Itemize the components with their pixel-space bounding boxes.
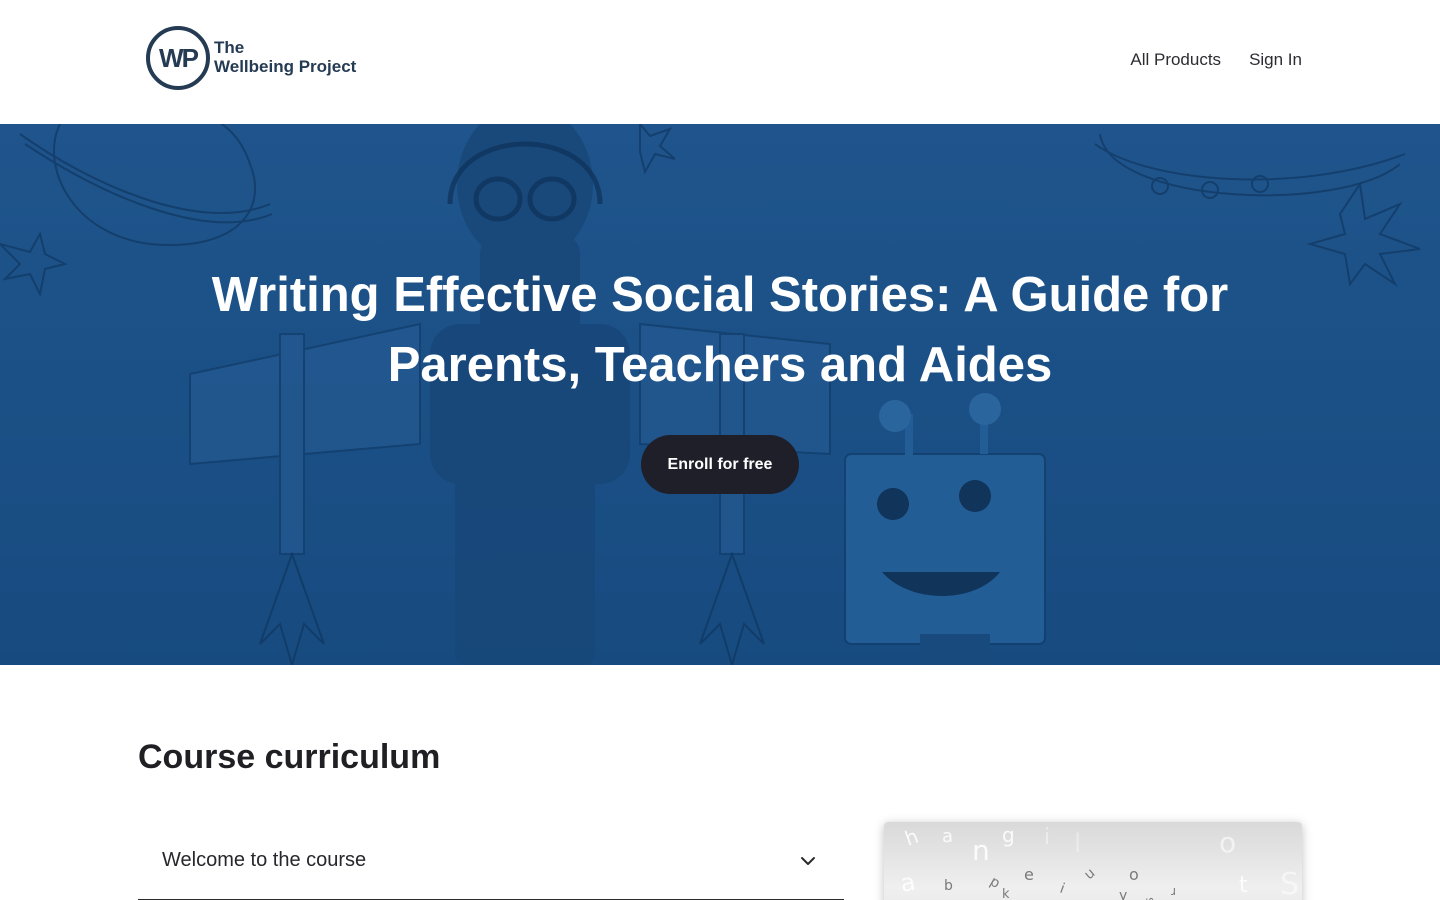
- svg-text:l: l: [1074, 829, 1081, 859]
- svg-text:S: S: [1280, 867, 1299, 900]
- svg-text:h: h: [902, 824, 922, 851]
- hero-banner: Writing Effective Social Stories: A Guid…: [0, 124, 1440, 665]
- scattered-letters-image: h a n g i l o t S a b p e k i u o y s r: [898, 823, 1299, 900]
- svg-text:r: r: [1171, 885, 1176, 899]
- course-title: Writing Effective Social Stories: A Guid…: [211, 268, 1229, 392]
- svg-text:n: n: [972, 834, 990, 867]
- curriculum-section-accordion[interactable]: Welcome to the course: [138, 822, 844, 900]
- curriculum-section-label: Welcome to the course: [162, 849, 367, 871]
- logo-text: The Wellbeing Project: [214, 38, 356, 76]
- main-nav: All Products Sign In: [1130, 50, 1302, 70]
- svg-text:o: o: [1219, 826, 1236, 859]
- svg-text:i: i: [1044, 825, 1050, 850]
- svg-text:u: u: [1081, 865, 1098, 883]
- course-thumbnail-image: h a n g i l o t S a b p e k i u o y s r: [884, 822, 1302, 900]
- svg-text:p: p: [987, 874, 1003, 892]
- svg-text:e: e: [1024, 865, 1034, 884]
- svg-text:y: y: [1119, 888, 1127, 900]
- svg-text:s: s: [1143, 896, 1158, 900]
- nav-all-products[interactable]: All Products: [1130, 50, 1221, 70]
- svg-text:a: a: [898, 868, 917, 898]
- chevron-down-icon: [801, 856, 815, 865]
- svg-text:t: t: [1239, 873, 1248, 898]
- svg-text:k: k: [1002, 887, 1010, 900]
- curriculum-heading: Course curriculum: [138, 738, 441, 776]
- enroll-button[interactable]: Enroll for free: [641, 435, 799, 494]
- svg-text:g: g: [1002, 823, 1015, 847]
- site-header: WP The Wellbeing Project All Products Si…: [0, 0, 1440, 124]
- svg-text:a: a: [942, 826, 953, 847]
- svg-text:i: i: [1058, 881, 1067, 897]
- logo-text-line2: Wellbeing Project: [214, 57, 357, 76]
- svg-text:o: o: [1129, 865, 1139, 884]
- nav-sign-in[interactable]: Sign In: [1249, 50, 1302, 70]
- logo-mark: WP: [146, 26, 210, 90]
- logo-text-line1: The: [214, 38, 245, 57]
- svg-text:b: b: [944, 878, 953, 894]
- logo-link[interactable]: WP The Wellbeing Project: [146, 26, 356, 90]
